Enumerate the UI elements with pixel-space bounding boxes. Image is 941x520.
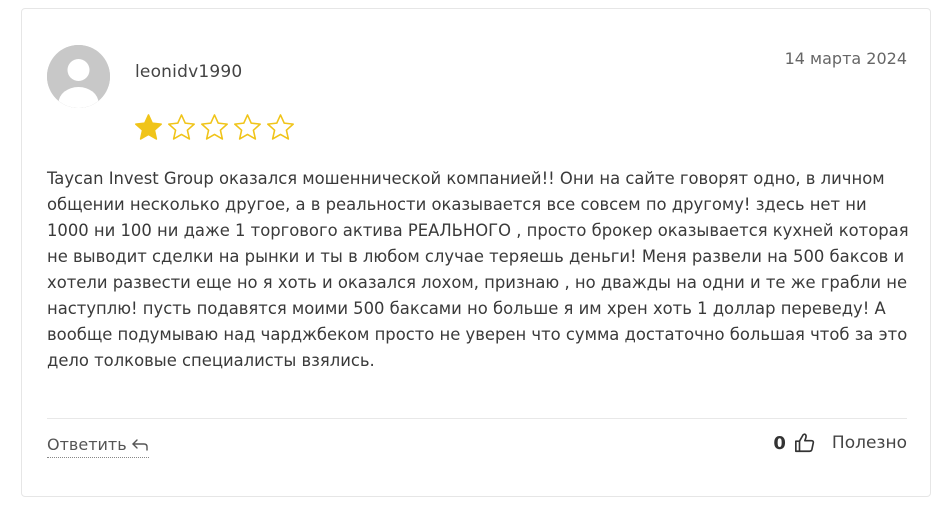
star-filled-icon bbox=[135, 114, 162, 140]
review-card: leonidv1990 14 марта 2024 Taycan Invest … bbox=[21, 8, 931, 497]
user-avatar-icon bbox=[47, 45, 110, 108]
rating-stars bbox=[134, 113, 295, 142]
reply-label: Ответить bbox=[47, 435, 127, 454]
review-date: 14 марта 2024 bbox=[784, 49, 907, 68]
useful-count: 0 bbox=[773, 432, 786, 454]
review-text: Taycan Invest Group оказался мошенническ… bbox=[47, 169, 909, 370]
thumbs-up-icon[interactable] bbox=[794, 432, 816, 454]
star-empty-icon bbox=[267, 114, 294, 140]
useful-label[interactable]: Полезно bbox=[832, 433, 907, 453]
review-author: leonidv1990 bbox=[135, 62, 243, 82]
avatar bbox=[47, 45, 110, 108]
divider bbox=[47, 418, 907, 419]
reply-arrow-icon bbox=[131, 438, 148, 451]
reply-button[interactable]: Ответить bbox=[47, 435, 149, 458]
star-empty-icon bbox=[234, 114, 261, 140]
star-empty-icon bbox=[201, 114, 228, 140]
star-empty-icon bbox=[168, 114, 195, 140]
useful-section: 0 Полезно bbox=[773, 432, 907, 454]
